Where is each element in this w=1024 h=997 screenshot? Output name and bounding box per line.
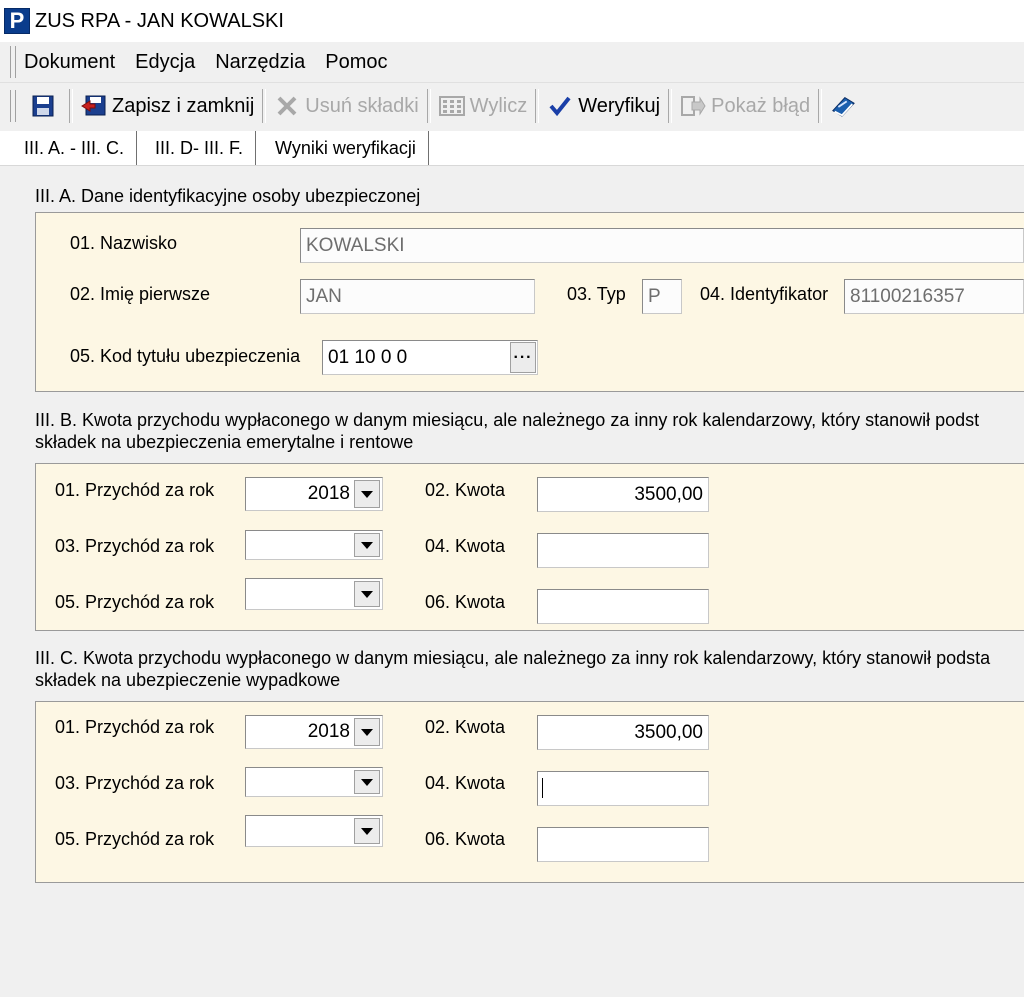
delete-contributions-button[interactable]: Usuń składki (268, 86, 424, 126)
help-book-icon (830, 93, 856, 119)
label-b-05: 05. Przychód za rok (55, 592, 215, 612)
chevron-down-icon[interactable] (354, 581, 380, 607)
calculate-label: Wylicz (469, 94, 528, 117)
toolbar-grip[interactable] (10, 90, 16, 122)
calculator-icon (438, 93, 465, 119)
show-error-icon (680, 93, 706, 119)
section-b-title-line1: III. B. Kwota przychodu wypłaconego w da… (35, 410, 980, 430)
save-close-icon (81, 93, 107, 119)
c-rok-01-value: 2018 (307, 721, 350, 742)
c-kwota-06-field[interactable] (537, 827, 709, 862)
menu-narzedzia[interactable]: Narzędzia (215, 51, 305, 74)
label-identyfikator: 04. Identyfikator (700, 284, 829, 304)
toolbar-separator (69, 89, 73, 123)
toolbar-separator (818, 89, 823, 123)
calculate-button[interactable]: Wylicz (433, 86, 534, 126)
section-b-title-line2: składek na ubezpieczenia emerytalne i re… (35, 432, 414, 452)
delete-contributions-label: Usuń składki (305, 94, 419, 117)
label-nazwisko: 01. Nazwisko (70, 233, 178, 253)
label-b-03: 03. Przychód za rok (55, 536, 215, 556)
label-c-02: 02. Kwota (425, 717, 506, 737)
verify-label: Weryfikuj (578, 94, 661, 117)
show-error-button[interactable]: Pokaż błąd (674, 86, 816, 126)
label-typ: 03. Typ (567, 284, 626, 304)
kod-tytulu-value: 01 10 0 0 (328, 346, 408, 368)
label-c-04: 04. Kwota (425, 773, 506, 793)
chevron-down-icon[interactable] (354, 480, 380, 508)
label-imie: 02. Imię pierwsze (70, 284, 211, 304)
typ-field[interactable]: P (642, 279, 682, 314)
c-kwota-04-field[interactable] (537, 771, 709, 806)
browse-button[interactable]: ··· (510, 342, 536, 373)
delete-icon (274, 93, 300, 119)
chevron-down-icon[interactable] (354, 818, 380, 844)
app-icon: P (4, 8, 30, 34)
b-rok-01-value: 2018 (307, 483, 350, 504)
label-b-02: 02. Kwota (425, 480, 506, 500)
c-rok-03-select[interactable] (245, 767, 383, 797)
menu-dokument[interactable]: Dokument (24, 51, 115, 74)
chevron-down-icon[interactable] (354, 533, 380, 557)
label-c-06: 06. Kwota (425, 829, 506, 849)
toolbar-separator (535, 89, 540, 123)
label-c-03: 03. Przychód za rok (55, 773, 215, 793)
kod-tytulu-field[interactable]: 01 10 0 0 ··· (322, 340, 538, 375)
save-button[interactable] (24, 86, 67, 126)
toolbar-separator (262, 89, 267, 123)
b-rok-05-select[interactable] (245, 578, 383, 610)
nazwisko-field[interactable]: KOWALSKI (300, 228, 1024, 263)
b-rok-03-select[interactable] (245, 530, 383, 560)
title-bar: P ZUS RPA - JAN KOWALSKI (0, 0, 1024, 42)
window-title: ZUS RPA - JAN KOWALSKI (35, 9, 284, 32)
label-kod-tytulu: 05. Kod tytułu ubezpieczenia (70, 346, 301, 366)
toolbar-separator (426, 89, 431, 123)
menu-bar: Dokument Edycja Narzędzia Pomoc (0, 42, 1024, 83)
chevron-down-icon[interactable] (354, 718, 380, 746)
label-b-06: 06. Kwota (425, 592, 506, 612)
toolbar: Zapisz i zamknij Usuń składki Wylicz Wer… (0, 83, 1024, 129)
save-close-label: Zapisz i zamknij (112, 94, 255, 117)
b-rok-01-select[interactable]: 2018 (245, 477, 383, 511)
label-b-04: 04. Kwota (425, 536, 506, 556)
c-rok-01-select[interactable]: 2018 (245, 715, 383, 749)
section-c-title-line1: III. C. Kwota przychodu wypłaconego w da… (35, 648, 991, 668)
label-c-01: 01. Przychód za rok (55, 717, 215, 737)
c-rok-05-select[interactable] (245, 815, 383, 847)
menu-pomoc[interactable]: Pomoc (325, 51, 387, 74)
save-close-button[interactable]: Zapisz i zamknij (75, 86, 260, 126)
toolbar-separator (668, 89, 673, 123)
check-icon (547, 93, 573, 119)
text-caret (542, 778, 543, 798)
label-c-05: 05. Przychód za rok (55, 829, 215, 849)
tab-iii-d-f[interactable]: III. D- III. F. (143, 131, 257, 165)
b-kwota-02-field[interactable]: 3500,00 (537, 477, 709, 512)
save-icon (30, 93, 56, 119)
b-kwota-06-field[interactable] (537, 589, 709, 624)
identyfikator-field[interactable]: 81100216357 (844, 279, 1024, 314)
tab-strip: III. A. - III. C. III. D- III. F. Wyniki… (0, 131, 1024, 166)
show-error-label: Pokaż błąd (711, 94, 811, 117)
menu-edycja[interactable]: Edycja (135, 51, 195, 74)
chevron-down-icon[interactable] (354, 770, 380, 794)
imie-field[interactable]: JAN (300, 279, 535, 314)
section-a-title: III. A. Dane identyfikacyjne osoby ubezp… (35, 186, 421, 206)
menu-grip[interactable] (10, 46, 16, 78)
section-c-title-line2: składek na ubezpieczenie wypadkowe (35, 670, 341, 690)
help-button[interactable] (824, 86, 867, 126)
b-kwota-04-field[interactable] (537, 533, 709, 568)
tab-iii-a-c[interactable]: III. A. - III. C. (12, 131, 138, 165)
verify-button[interactable]: Weryfikuj (541, 86, 666, 126)
c-kwota-02-field[interactable]: 3500,00 (537, 715, 709, 750)
label-b-01: 01. Przychód za rok (55, 480, 215, 500)
tab-wyniki-weryfikacji[interactable]: Wyniki weryfikacji (263, 131, 429, 165)
